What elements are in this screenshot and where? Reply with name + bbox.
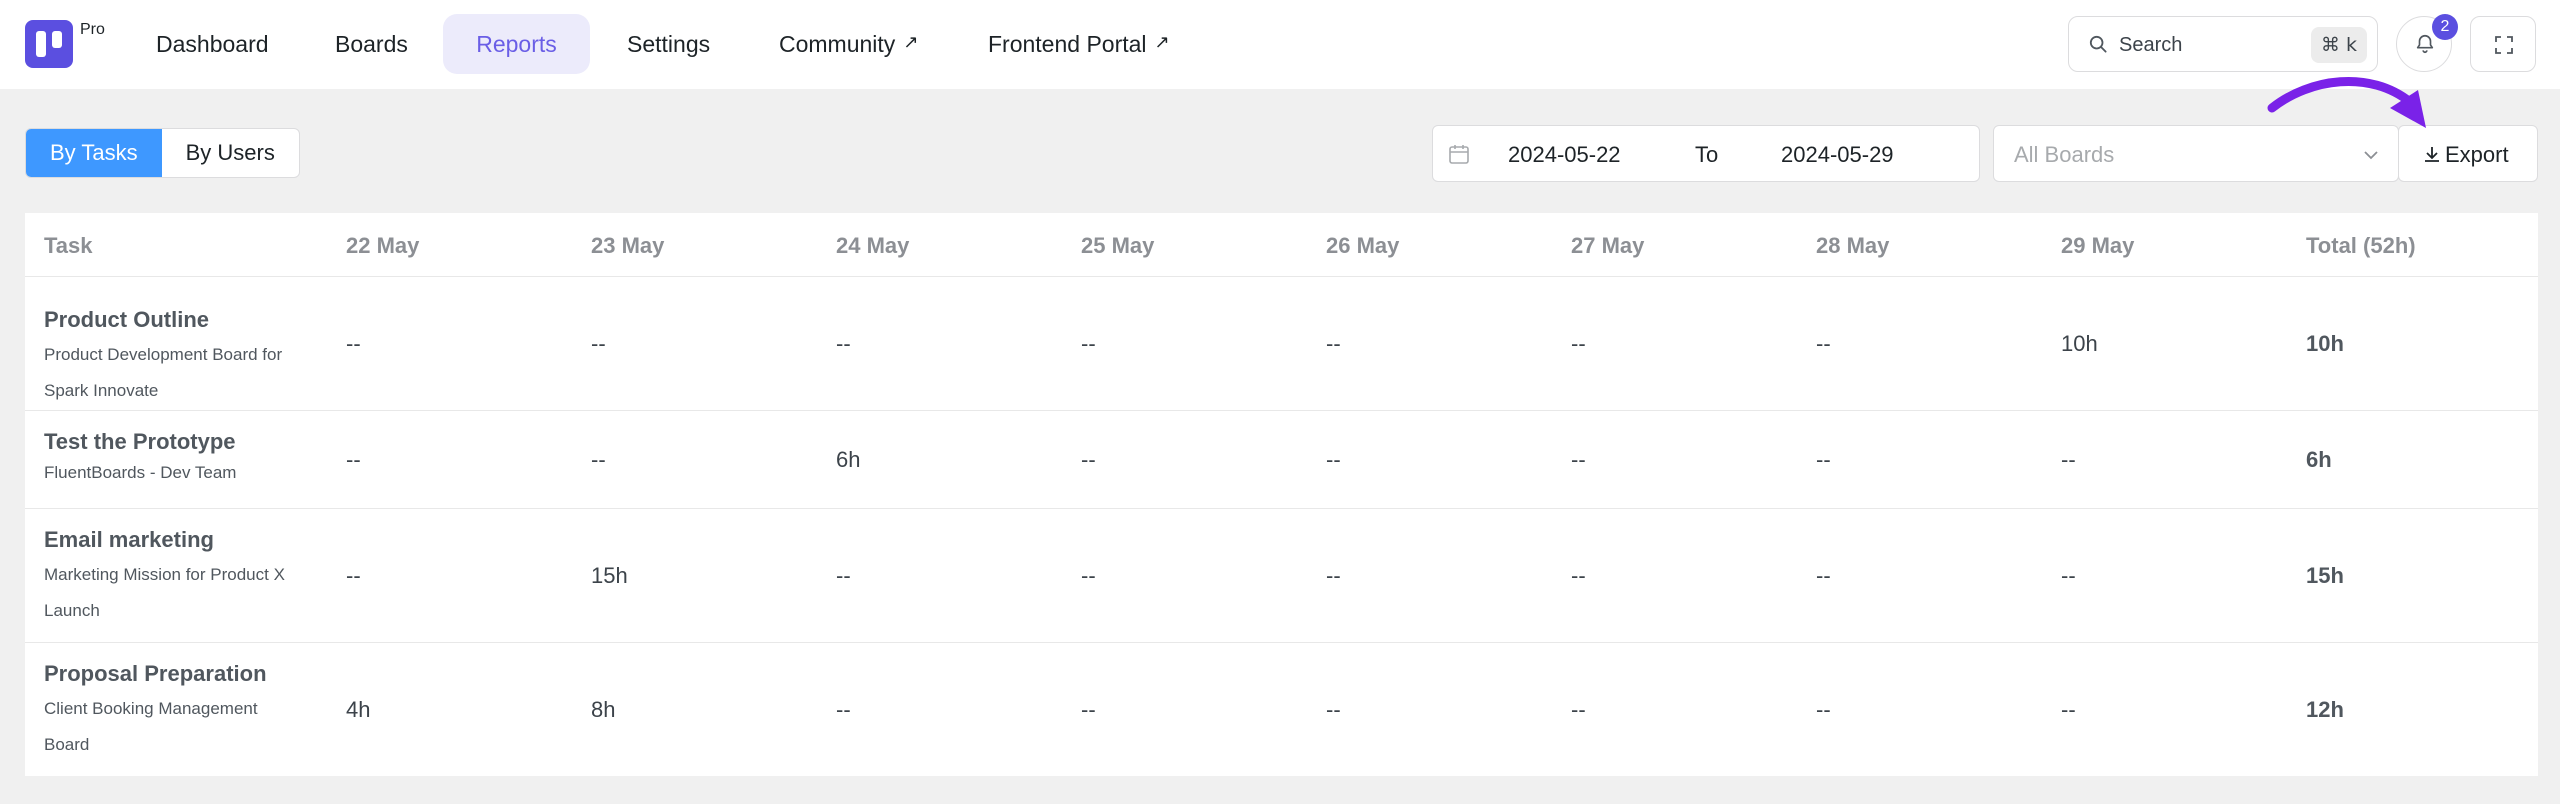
task-board: Product Development Board for Spark Inno… xyxy=(44,345,283,400)
column-header: 29 May xyxy=(2061,233,2135,258)
task-board: FluentBoards - Dev Team xyxy=(44,463,237,482)
hours-cell: -- xyxy=(836,563,851,588)
hours-cell: -- xyxy=(1326,331,1341,356)
hours-cell: -- xyxy=(1816,697,1831,722)
hours-cell: 8h xyxy=(591,697,616,722)
hours-cell: -- xyxy=(346,563,361,588)
nav-settings[interactable]: Settings xyxy=(627,14,710,74)
task-board: Client Booking Management Board xyxy=(44,699,258,754)
hours-cell: 4h xyxy=(346,697,371,722)
hours-cell: -- xyxy=(1326,697,1341,722)
hours-cell: -- xyxy=(1816,447,1831,472)
hours-cell: -- xyxy=(1571,447,1586,472)
hours-cell: -- xyxy=(2061,447,2076,472)
export-label: Export xyxy=(2445,142,2509,167)
hours-cell: 15h xyxy=(591,563,628,588)
table-row[interactable]: Product Outline Product Development Boar… xyxy=(25,277,2538,411)
total-cell: 15h xyxy=(2306,563,2344,588)
task-title[interactable]: Email marketing xyxy=(44,527,214,553)
view-toggle: By Tasks By Users xyxy=(25,128,300,178)
fluent-boards-logo-icon[interactable] xyxy=(25,20,73,68)
hours-cell: -- xyxy=(1571,563,1586,588)
column-header: 24 May xyxy=(836,233,910,258)
hours-cell: -- xyxy=(1326,447,1341,472)
task-board: Marketing Mission for Product X Launch xyxy=(44,565,285,620)
by-users-button[interactable]: By Users xyxy=(162,129,299,177)
table-header-row: Task 22 May 23 May 24 May 25 May 26 May … xyxy=(25,213,2538,277)
hours-cell: -- xyxy=(2061,563,2076,588)
hours-cell: -- xyxy=(346,331,361,356)
chevron-down-icon xyxy=(2364,151,2378,160)
date-separator: To xyxy=(1695,142,1719,167)
bell-icon xyxy=(2416,34,2434,54)
hours-cell: 10h xyxy=(2061,331,2098,356)
boards-select-placeholder: All Boards xyxy=(2014,142,2115,167)
search-shortcut: ⌘ k xyxy=(2310,27,2367,63)
column-header: 26 May xyxy=(1326,233,1400,258)
nav-reports[interactable]: Reports xyxy=(443,14,590,74)
total-cell: 12h xyxy=(2306,697,2344,722)
column-header: 22 May xyxy=(346,233,420,258)
column-header: 28 May xyxy=(1816,233,1890,258)
by-tasks-button[interactable]: By Tasks xyxy=(26,129,162,177)
total-cell: 6h xyxy=(2306,447,2332,472)
nav-boards-label: Boards xyxy=(335,31,408,57)
column-header: 27 May xyxy=(1571,233,1645,258)
nav-reports-label: Reports xyxy=(476,31,557,57)
hours-cell: -- xyxy=(1816,563,1831,588)
hours-cell: -- xyxy=(591,447,606,472)
hours-cell: -- xyxy=(836,331,851,356)
column-header: 23 May xyxy=(591,233,665,258)
hours-cell: -- xyxy=(1081,331,1096,356)
hours-cell: -- xyxy=(1816,331,1831,356)
nav-frontend-portal[interactable]: Frontend Portal ↗ xyxy=(988,14,1170,74)
hours-cell: -- xyxy=(1571,331,1586,356)
task-title[interactable]: Test the Prototype xyxy=(44,429,236,455)
table-row[interactable]: Proposal Preparation Client Booking Mana… xyxy=(25,643,2538,776)
calendar-icon xyxy=(1449,145,1469,164)
notification-count-badge: 2 xyxy=(2432,14,2458,40)
date-to-input[interactable]: 2024-05-29 xyxy=(1781,142,1894,168)
hours-cell: -- xyxy=(1326,563,1341,588)
task-title[interactable]: Proposal Preparation xyxy=(44,661,267,687)
download-icon xyxy=(2425,147,2439,162)
date-range-picker[interactable]: 2024-05-22 To 2024-05-29 xyxy=(1432,125,1980,182)
external-link-icon: ↗ xyxy=(903,32,919,52)
column-header: Task xyxy=(44,233,93,258)
nav-frontend-portal-label: Frontend Portal xyxy=(988,31,1147,57)
date-from-input[interactable]: 2024-05-22 xyxy=(1508,142,1621,168)
hours-cell: -- xyxy=(1081,697,1096,722)
pro-badge: Pro xyxy=(80,21,105,38)
table-row[interactable]: Test the Prototype FluentBoards - Dev Te… xyxy=(25,411,2538,509)
hours-cell: -- xyxy=(346,447,361,472)
annotation-arrow-icon xyxy=(2267,76,2426,128)
hours-cell: -- xyxy=(1571,697,1586,722)
top-navigation-bar: Pro Dashboard Boards Reports Settings Co… xyxy=(0,0,2560,89)
nav-settings-label: Settings xyxy=(627,31,711,57)
search-label: Search xyxy=(2119,34,2183,56)
fullscreen-button[interactable] xyxy=(2470,16,2536,72)
table-row[interactable]: Email marketing Marketing Mission for Pr… xyxy=(25,509,2538,643)
hours-cell: -- xyxy=(836,697,851,722)
task-title[interactable]: Product Outline xyxy=(44,307,209,333)
nav-community[interactable]: Community ↗ xyxy=(779,14,918,74)
hours-cell: 6h xyxy=(836,447,861,472)
nav-boards[interactable]: Boards xyxy=(335,14,408,74)
column-header: 25 May xyxy=(1081,233,1155,258)
total-cell: 10h xyxy=(2306,331,2344,356)
report-table: Task 22 May 23 May 24 May 25 May 26 May … xyxy=(25,213,2538,776)
expand-icon xyxy=(2495,36,2513,54)
column-header: Total (52h) xyxy=(2306,233,2416,258)
hours-cell: -- xyxy=(1081,563,1096,588)
external-link-icon: ↗ xyxy=(1154,32,1170,52)
hours-cell: -- xyxy=(1081,447,1096,472)
search-icon xyxy=(2089,35,2107,53)
nav-community-label: Community xyxy=(779,31,896,57)
hours-cell: -- xyxy=(591,331,606,356)
nav-dashboard-label: Dashboard xyxy=(156,31,269,57)
hours-cell: -- xyxy=(2061,697,2076,722)
nav-dashboard[interactable]: Dashboard xyxy=(156,14,269,74)
